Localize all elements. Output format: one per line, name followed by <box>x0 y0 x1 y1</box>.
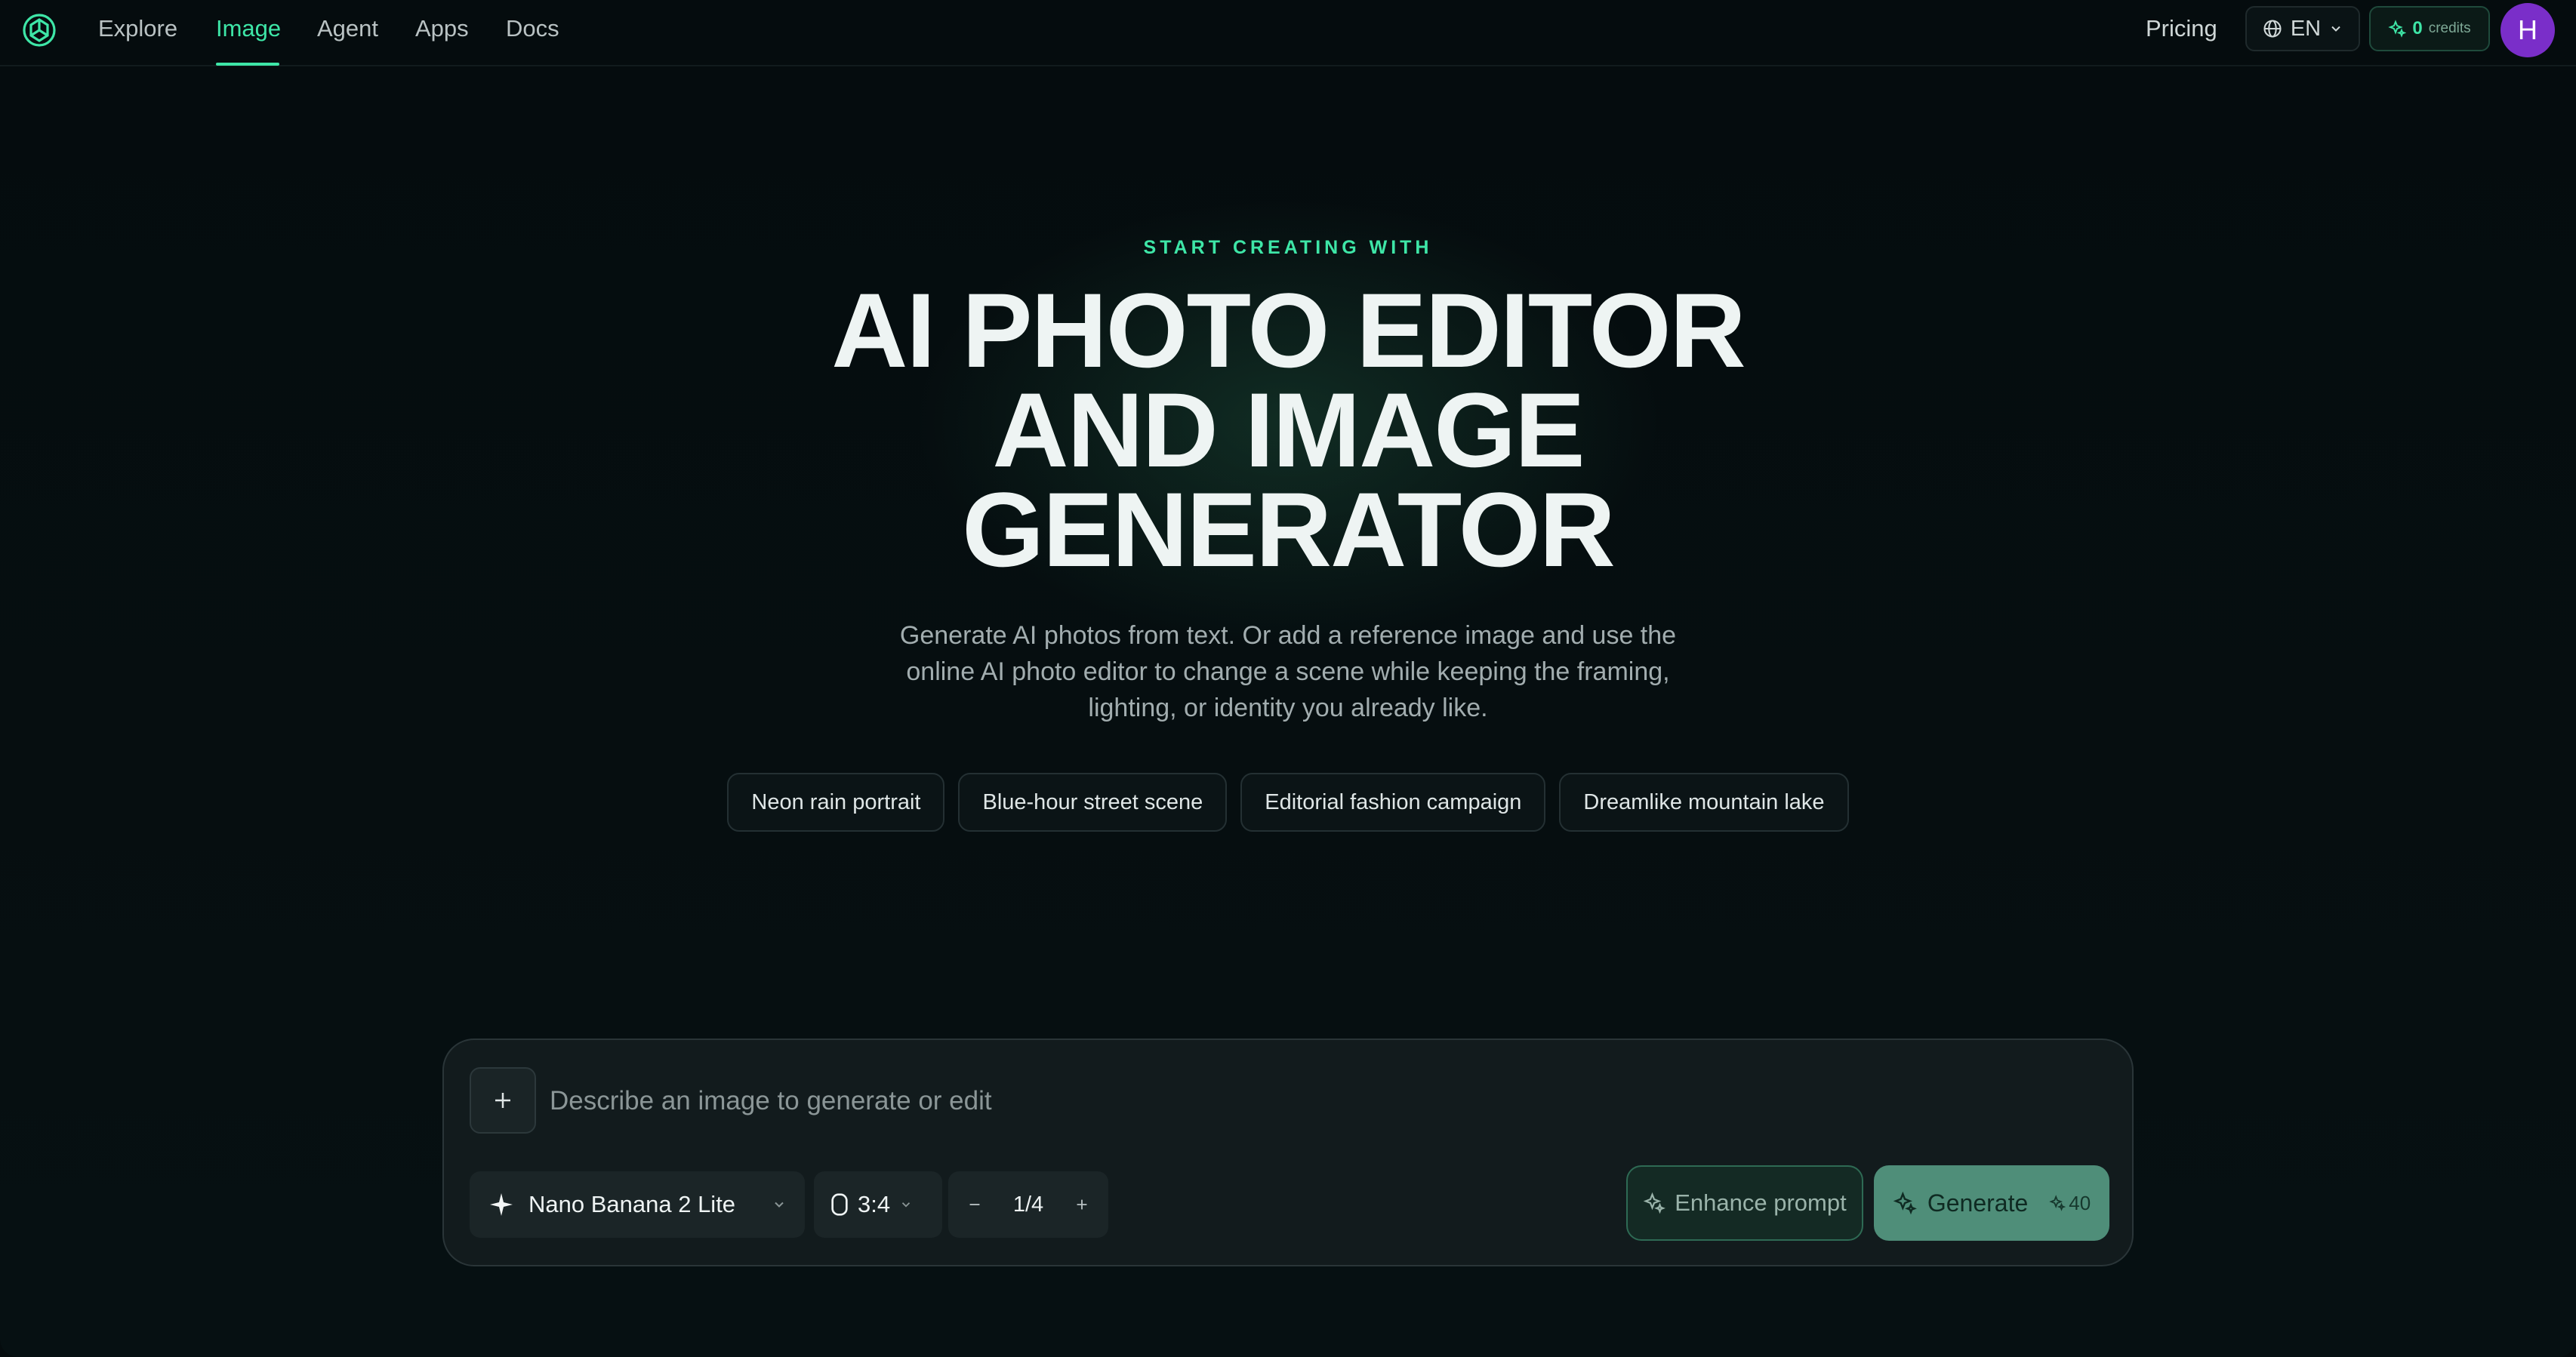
chevron-down-icon <box>901 1202 911 1208</box>
credits-badge[interactable]: 0 credits <box>2369 6 2490 51</box>
credit-sparkle-icon <box>2049 1195 2066 1211</box>
page-title: AI PHOTO EDITOR AND IMAGE GENERATOR <box>0 271 2576 589</box>
title-line: AND IMAGE <box>992 371 1585 489</box>
generate-label: Generate <box>1927 1189 2029 1217</box>
generate-cost: 40 <box>2049 1192 2091 1215</box>
increment-button[interactable] <box>1055 1171 1108 1238</box>
model-name: Nano Banana 2 Lite <box>528 1191 736 1217</box>
suggestion-chip[interactable]: Dreamlike mountain lake <box>1559 773 1849 832</box>
generate-button[interactable]: Generate 40 <box>1874 1165 2109 1241</box>
top-nav: Explore Image Agent Apps Docs Pricing EN… <box>0 0 2576 66</box>
language-label: EN <box>2290 16 2322 41</box>
suggestion-chip[interactable]: Neon rain portrait <box>727 773 945 832</box>
suggestion-chips: Neon rain portrait Blue-hour street scen… <box>0 773 2576 832</box>
plus-icon <box>1077 1199 1087 1210</box>
minus-icon <box>969 1204 980 1205</box>
model-selector[interactable]: Nano Banana 2 Lite <box>470 1171 805 1238</box>
hero-subtitle: Generate AI photos from text. Or add a r… <box>899 621 1677 722</box>
globe-icon <box>2263 20 2282 38</box>
suggestion-chip[interactable]: Editorial fashion campaign <box>1240 773 1546 832</box>
aspect-ratio-value: 3:4 <box>858 1191 891 1217</box>
title-line: AI PHOTO EDITOR <box>831 271 1746 389</box>
image-count-stepper: 1/4 <box>948 1171 1108 1238</box>
enhance-prompt-label: Enhance prompt <box>1675 1189 1847 1216</box>
chevron-down-icon <box>2331 26 2340 32</box>
nav-link-agent[interactable]: Agent <box>317 15 378 42</box>
avatar[interactable]: H <box>2501 3 2555 57</box>
credits-label: credits <box>2428 20 2471 36</box>
aspect-ratio-selector[interactable]: 3:4 <box>814 1171 942 1238</box>
prompt-input[interactable] <box>550 1079 1984 1123</box>
page: Explore Image Agent Apps Docs Pricing EN… <box>0 0 2576 1357</box>
pricing-link[interactable]: Pricing <box>2146 15 2217 42</box>
decrement-button[interactable] <box>948 1171 1001 1238</box>
chevron-down-icon <box>775 1202 784 1208</box>
sparkle-star-icon <box>490 1193 513 1216</box>
image-count-value: 1/4 <box>1012 1192 1044 1217</box>
openai-knot-logo-icon[interactable] <box>21 12 57 48</box>
nav-link-apps[interactable]: Apps <box>415 15 469 42</box>
nav-link-explore[interactable]: Explore <box>98 15 177 42</box>
nav-link-docs[interactable]: Docs <box>506 15 559 42</box>
title-line: GENERATOR <box>962 470 1616 589</box>
portrait-frame-icon <box>831 1193 848 1216</box>
generate-cost-value: 40 <box>2069 1191 2091 1214</box>
plus-icon <box>495 1093 510 1108</box>
suggestion-chip[interactable]: Blue-hour street scene <box>958 773 1228 832</box>
language-selector[interactable]: EN <box>2245 6 2360 51</box>
add-reference-button[interactable] <box>470 1067 536 1134</box>
prompt-composer: Nano Banana 2 Lite 3:4 1/4 Enhance promp… <box>442 1039 2134 1266</box>
active-tab-indicator <box>216 63 279 66</box>
sparkle-icon <box>2388 20 2407 38</box>
sparkle-icon <box>1893 1191 1917 1215</box>
sparkle-icon <box>1643 1192 1666 1214</box>
hero-eyebrow: START CREATING WITH <box>1143 237 1433 258</box>
credits-count: 0 <box>2412 18 2423 38</box>
enhance-prompt-button[interactable]: Enhance prompt <box>1626 1165 1863 1241</box>
nav-link-image[interactable]: Image <box>216 15 281 42</box>
